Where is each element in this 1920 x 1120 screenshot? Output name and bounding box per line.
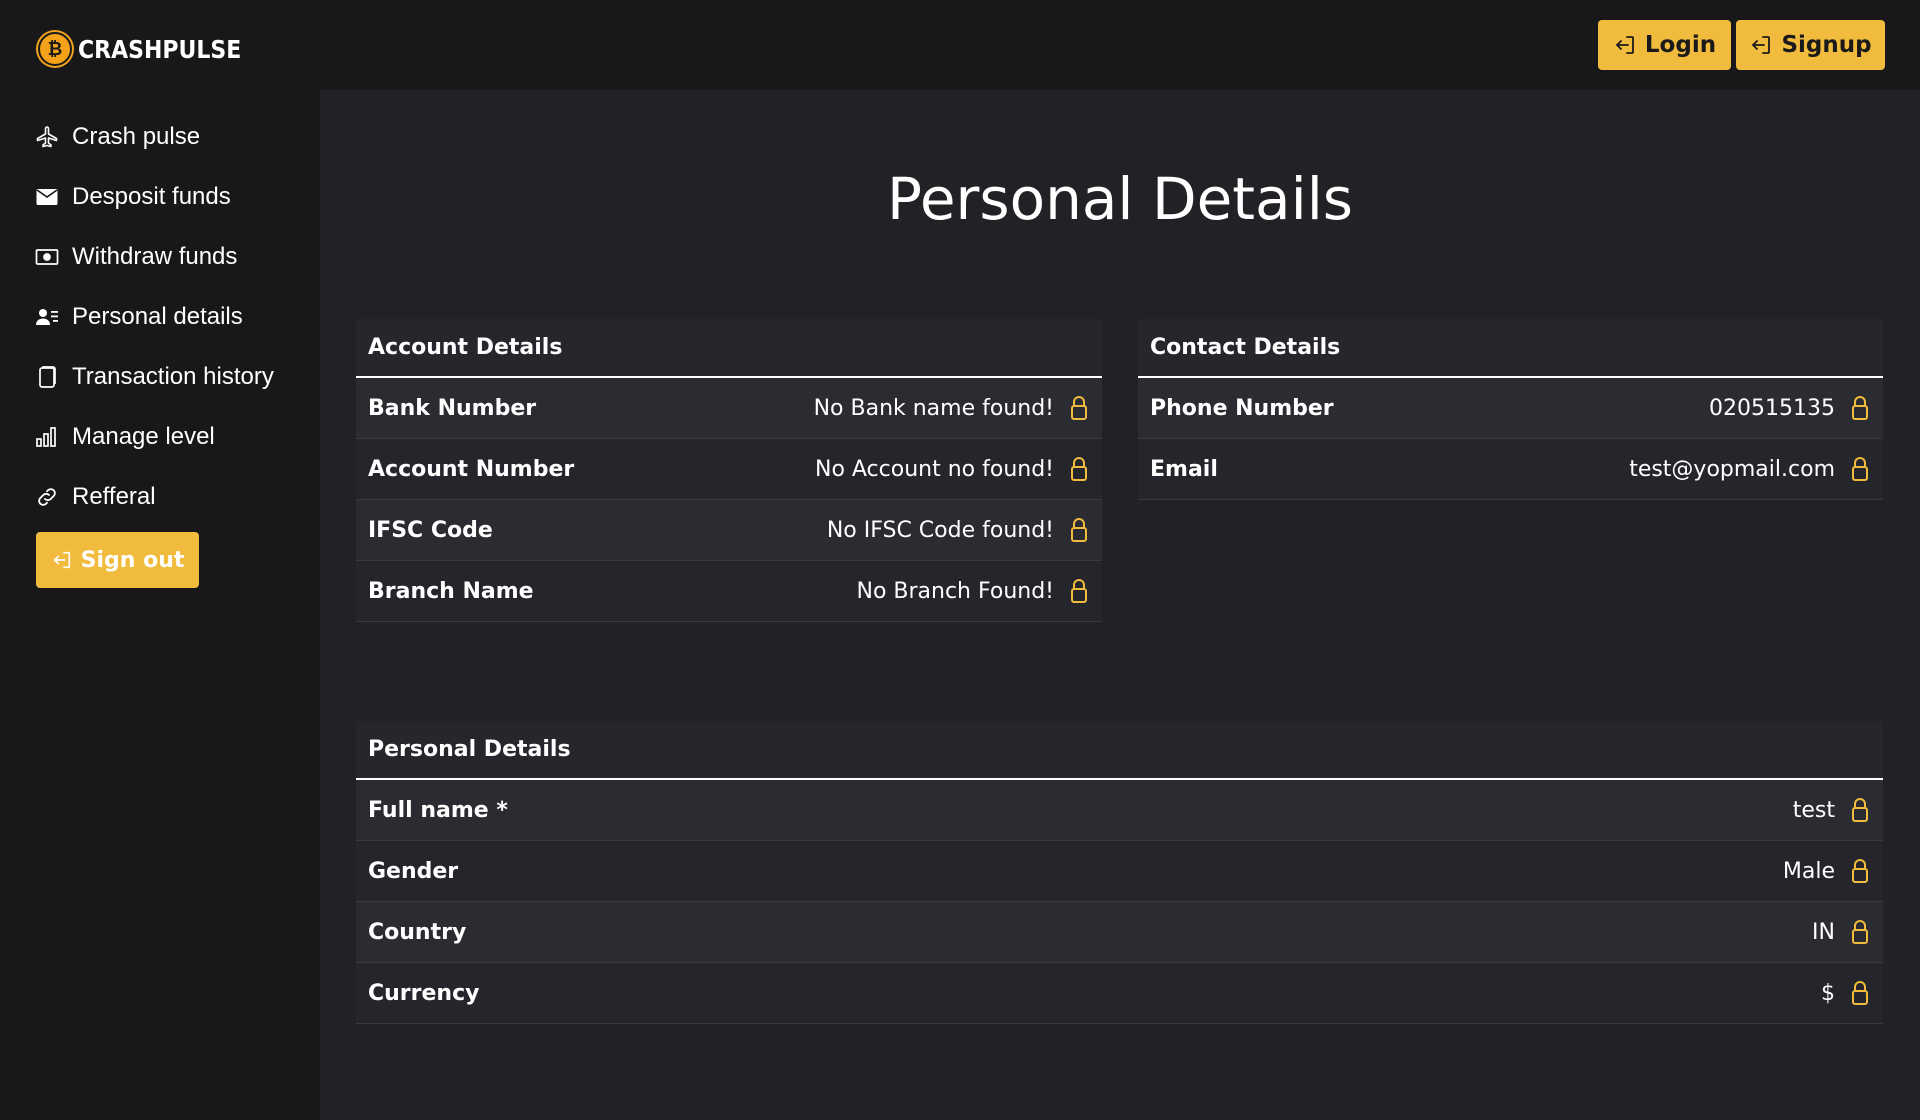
sidebar-item-label: Desposit funds — [72, 183, 231, 210]
sidebar-item-label: Refferal — [72, 483, 156, 510]
field-value: IN — [1812, 919, 1835, 945]
bar-chart-icon — [34, 424, 60, 450]
login-button[interactable]: Login — [1598, 20, 1731, 70]
field-label: Gender — [368, 858, 459, 884]
field-label: Phone Number — [1150, 395, 1334, 421]
sidebar-item-deposit-funds[interactable]: Desposit funds — [34, 167, 274, 227]
account-details-card: Account Details Bank Number No Bank name… — [356, 319, 1102, 622]
lock-icon — [1849, 456, 1871, 482]
lock-icon — [1849, 919, 1871, 945]
field-value-cell: No Account no found! — [671, 439, 1102, 499]
field-label: Account Number — [368, 456, 575, 482]
sidebar-item-crash-pulse[interactable]: Crash pulse — [34, 107, 274, 167]
table-row: Currency $ — [356, 963, 1883, 1024]
sign-out-button[interactable]: Sign out — [36, 532, 199, 588]
card-title: Account Details — [368, 335, 563, 360]
contact-details-card: Contact Details Phone Number 020515135 E… — [1138, 319, 1883, 500]
table-row: Phone Number 020515135 — [1138, 378, 1883, 439]
field-value-cell: No Branch Found! — [671, 561, 1102, 621]
card-header: Contact Details — [1138, 319, 1883, 378]
sidebar: ₿ CRASHPULSE Crash pulse Desposit funds … — [0, 0, 320, 1120]
card-header: Personal Details — [356, 721, 1883, 780]
field-value: No Branch Found! — [856, 578, 1054, 604]
document-icon — [34, 364, 60, 390]
field-value: No Account no found! — [814, 456, 1054, 482]
cash-icon — [34, 244, 60, 270]
page-title: Personal Details — [886, 165, 1354, 233]
table-row: Email test@yopmail.com — [1138, 439, 1883, 500]
brand-name: CRASHPULSE — [78, 34, 242, 64]
field-value: No IFSC Code found! — [826, 517, 1054, 543]
lock-icon — [1849, 980, 1871, 1006]
field-label: Currency — [368, 980, 480, 1006]
sidebar-item-withdraw-funds[interactable]: Withdraw funds — [34, 227, 274, 287]
link-icon — [34, 484, 60, 510]
table-row: Account Number No Account no found! — [356, 439, 1102, 500]
field-value-cell: IN — [756, 902, 1883, 962]
lock-icon — [1068, 456, 1090, 482]
lock-icon — [1068, 395, 1090, 421]
field-value-cell: No Bank name found! — [671, 378, 1102, 438]
table-row: Branch Name No Branch Found! — [356, 561, 1102, 622]
field-value-cell: No IFSC Code found! — [671, 500, 1102, 560]
field-value-cell: test@yopmail.com — [1458, 439, 1883, 499]
signup-icon — [1752, 36, 1771, 54]
field-value: $ — [1821, 980, 1835, 1006]
sidebar-item-refferal[interactable]: Refferal — [34, 467, 274, 527]
sign-out-label: Sign out — [80, 547, 185, 573]
table-row: Full name * test — [356, 780, 1883, 841]
field-label: Branch Name — [368, 578, 534, 604]
personal-details-card: Personal Details Full name * test Gender… — [356, 721, 1883, 1024]
sidebar-item-transaction-history[interactable]: Transaction history — [34, 347, 274, 407]
field-value: test@yopmail.com — [1629, 456, 1835, 482]
person-lines-icon — [34, 304, 60, 330]
airplane-icon — [34, 124, 60, 150]
sidebar-item-label: Crash pulse — [72, 123, 201, 150]
lock-icon — [1849, 395, 1871, 421]
lock-icon — [1849, 797, 1871, 823]
field-value-cell: $ — [756, 963, 1883, 1023]
sidebar-item-personal-details[interactable]: Personal details — [34, 287, 274, 347]
field-value: 020515135 — [1709, 395, 1835, 421]
envelope-icon — [34, 184, 60, 210]
field-label: Full name * — [368, 797, 508, 823]
sidebar-item-label: Withdraw funds — [72, 243, 238, 270]
field-label: Email — [1150, 456, 1218, 482]
login-icon — [1616, 36, 1634, 54]
card-header: Account Details — [356, 319, 1102, 378]
sidebar-item-label: Manage level — [72, 423, 215, 450]
bitcoin-icon: ₿ — [38, 32, 72, 66]
sidebar-item-manage-level[interactable]: Manage level — [34, 407, 274, 467]
top-bar: Login Signup — [320, 0, 1920, 90]
sidebar-item-label: Personal details — [72, 303, 243, 330]
signup-label: Signup — [1781, 32, 1872, 58]
signup-button[interactable]: Signup — [1736, 20, 1885, 70]
field-value-cell: test — [756, 780, 1883, 840]
table-row: IFSC Code No IFSC Code found! — [356, 500, 1102, 561]
field-value: No Bank name found! — [813, 395, 1054, 421]
sidebar-item-label: Transaction history — [72, 363, 274, 390]
login-label: Login — [1644, 32, 1717, 58]
field-label: Bank Number — [368, 395, 537, 421]
lock-icon — [1849, 858, 1871, 884]
field-value-cell: 020515135 — [1458, 378, 1883, 438]
field-value-cell: Male — [756, 841, 1883, 901]
field-label: Country — [368, 919, 467, 945]
table-row: Gender Male — [356, 841, 1883, 902]
lock-icon — [1068, 517, 1090, 543]
card-title: Contact Details — [1150, 335, 1341, 360]
field-value: Male — [1782, 858, 1835, 884]
lock-icon — [1068, 578, 1090, 604]
field-value: test — [1792, 797, 1835, 823]
field-label: IFSC Code — [368, 517, 493, 543]
sign-out-icon — [53, 551, 70, 569]
card-title: Personal Details — [368, 737, 571, 762]
brand-logo[interactable]: ₿ CRASHPULSE — [38, 29, 264, 69]
table-row: Bank Number No Bank name found! — [356, 378, 1102, 439]
table-row: Country IN — [356, 902, 1883, 963]
sidebar-nav: Crash pulse Desposit funds Withdraw fund… — [34, 107, 274, 527]
